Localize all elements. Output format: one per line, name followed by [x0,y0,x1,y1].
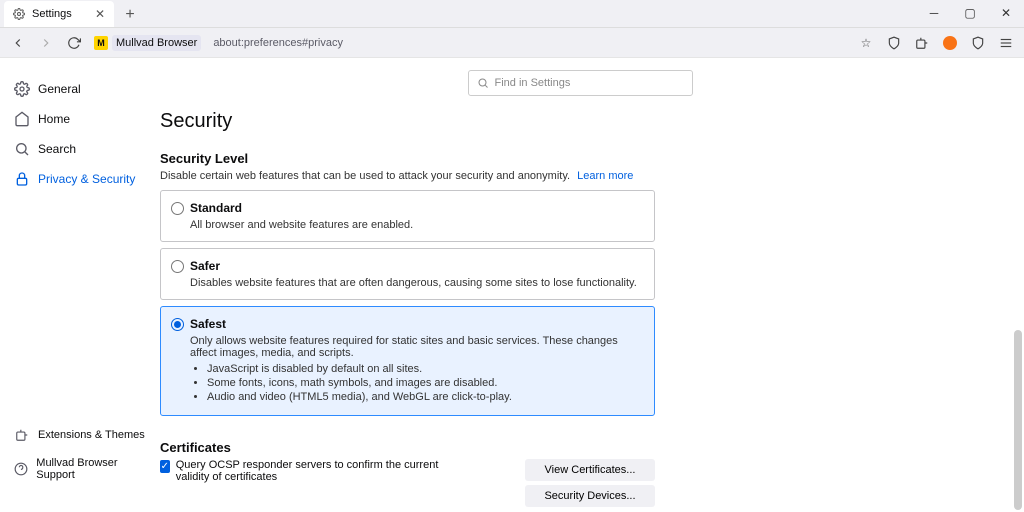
tab-title: Settings [32,8,88,20]
maximize-button[interactable]: ▢ [952,0,988,27]
ocsp-label: Query OCSP responder servers to confirm … [176,459,450,483]
sidebar-item-label: Extensions & Themes [38,429,145,441]
sidebar-item-label: Mullvad Browser Support [36,457,146,481]
sidebar-item-general[interactable]: General [6,76,154,102]
home-icon [14,111,30,127]
titlebar: Settings ✕ + ─ ▢ ✕ [0,0,1024,28]
page-title: Security [160,110,1000,133]
reload-button[interactable] [62,31,86,55]
option-sub: All browser and website features are ena… [190,219,644,231]
window-controls: ─ ▢ ✕ [916,0,1024,27]
option-sub: Only allows website features required fo… [190,335,644,359]
bullet: JavaScript is disabled by default on all… [207,363,644,375]
main-panel: Find in Settings Security Security Level… [160,58,1024,512]
sidebar-item-label: General [38,82,81,96]
sidebar-item-search[interactable]: Search [6,136,154,162]
view-certificates-button[interactable]: View Certificates... [525,459,655,481]
radio-icon[interactable] [171,202,184,215]
browser-tab[interactable]: Settings ✕ [4,1,114,27]
sidebar-item-label: Home [38,112,70,126]
bookmark-star-icon[interactable]: ☆ [854,31,878,55]
option-standard[interactable]: Standard All browser and website feature… [160,190,655,242]
settings-search[interactable]: Find in Settings [468,70,693,96]
sidebar: General Home Search Privacy & Security E… [0,58,160,512]
sidebar-item-privacy[interactable]: Privacy & Security [6,166,154,192]
radio-icon[interactable] [171,318,184,331]
mullvad-icon: M [94,36,108,50]
forward-button[interactable] [34,31,58,55]
search-icon [477,77,489,89]
scrollbar-thumb[interactable] [1014,330,1022,510]
shield-toolbar-icon[interactable] [882,31,906,55]
close-icon[interactable]: ✕ [94,8,106,20]
lock-icon [14,171,30,187]
mullvad-toolbar-icon[interactable] [938,31,962,55]
help-icon [14,461,28,477]
sidebar-item-label: Privacy & Security [38,172,135,186]
bullet: Some fonts, icons, math symbols, and ima… [207,377,644,389]
option-label: Safer [190,259,220,273]
security-level-section: Security Level Disable certain web featu… [160,151,655,416]
content: General Home Search Privacy & Security E… [0,58,1024,512]
sidebar-item-label: Search [38,142,76,156]
security-devices-button[interactable]: Security Devices... [525,485,655,507]
radio-icon[interactable] [171,260,184,273]
gear-icon [12,7,26,21]
browser-label: Mullvad Browser [112,35,201,51]
checkbox-ocsp[interactable]: ✓ [160,460,170,473]
search-icon [14,141,30,157]
certificates-section: Certificates ✓ Query OCSP responder serv… [160,440,655,507]
sidebar-item-extensions[interactable]: Extensions & Themes [6,422,154,448]
minimize-button[interactable]: ─ [916,0,952,27]
extension-icon[interactable] [910,31,934,55]
close-window-button[interactable]: ✕ [988,0,1024,27]
search-placeholder: Find in Settings [495,77,571,89]
puzzle-icon [14,427,30,443]
back-button[interactable] [6,31,30,55]
option-safer[interactable]: Safer Disables website features that are… [160,248,655,300]
option-label: Standard [190,201,242,215]
option-bullets: JavaScript is disabled by default on all… [207,363,644,403]
section-desc: Disable certain web features that can be… [160,170,655,182]
url-bar[interactable]: about:preferences#privacy [209,37,850,49]
option-safest[interactable]: Safest Only allows website features requ… [160,306,655,416]
section-heading: Security Level [160,151,655,166]
bullet: Audio and video (HTML5 media), and WebGL… [207,391,644,403]
learn-more-link[interactable]: Learn more [577,170,633,182]
menu-button[interactable] [994,31,1018,55]
gear-icon [14,81,30,97]
sidebar-item-support[interactable]: Mullvad Browser Support [6,452,154,486]
sidebar-item-home[interactable]: Home [6,106,154,132]
option-label: Safest [190,317,226,331]
identity-chip[interactable]: M Mullvad Browser [90,33,205,53]
shield2-icon[interactable] [966,31,990,55]
option-sub: Disables website features that are often… [190,277,644,289]
section-heading: Certificates [160,440,655,455]
toolbar: M Mullvad Browser about:preferences#priv… [0,28,1024,58]
new-tab-button[interactable]: + [118,3,142,27]
